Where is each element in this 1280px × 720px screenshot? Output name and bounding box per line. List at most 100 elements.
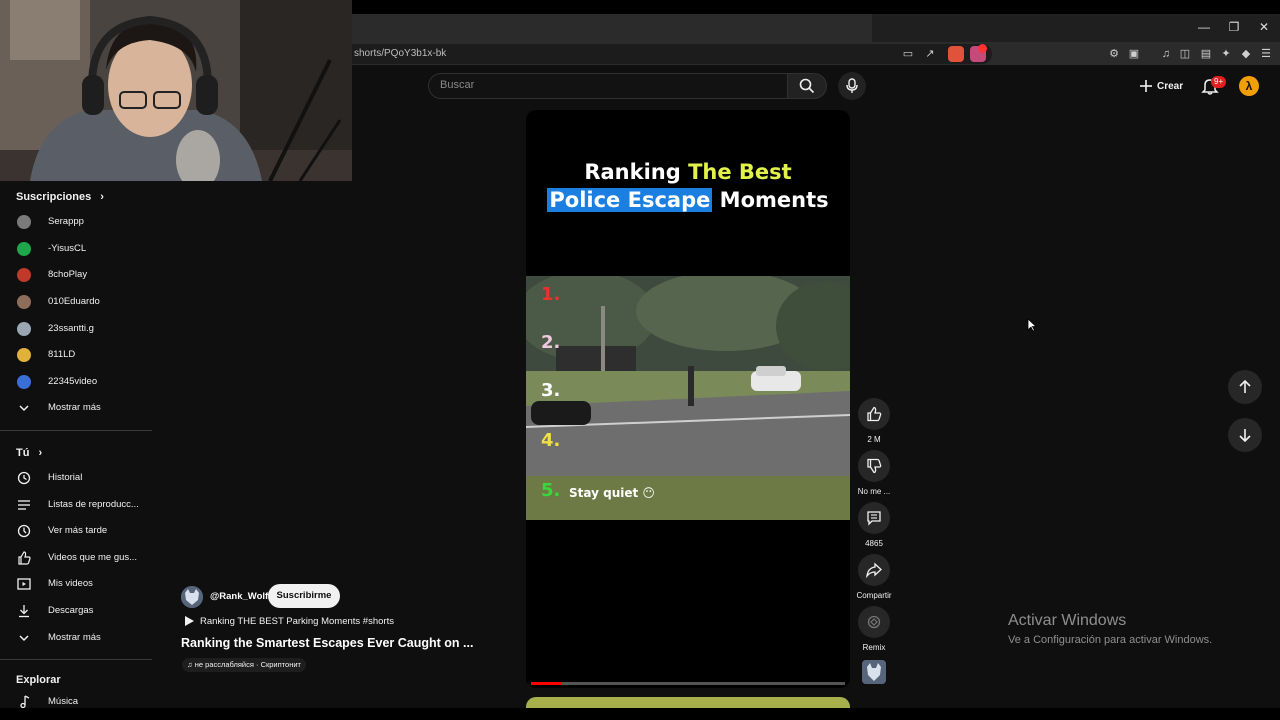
subscribe-button[interactable]: Suscribirme — [268, 584, 340, 608]
sidebar-item-subscription[interactable]: 010Eduardo — [0, 290, 152, 314]
video-title[interactable]: Ranking the Smartest Escapes Ever Caught… — [181, 636, 476, 650]
comments-button[interactable] — [858, 502, 890, 534]
sidebar-item-subscription[interactable]: 811LD — [0, 343, 152, 367]
rank-label: 4. — [541, 430, 561, 451]
you-heading[interactable]: Tú › — [16, 447, 42, 459]
account-avatar[interactable]: λ — [1239, 76, 1259, 96]
thumbs-up-icon — [867, 406, 882, 422]
chevron-down-icon — [19, 635, 29, 642]
shorts-player[interactable]: Ranking The Best Police Escape Moments 1… — [526, 110, 850, 688]
like-button[interactable] — [858, 398, 890, 430]
playlists-icon — [18, 500, 30, 510]
music-note-icon: ♫ — [187, 660, 193, 669]
you-heading-label: Tú — [16, 447, 30, 459]
wolf-logo-icon — [181, 586, 203, 608]
channel-thumbnail[interactable] — [862, 660, 886, 684]
arrow-down-icon — [1239, 429, 1251, 442]
search-button[interactable] — [787, 73, 827, 99]
show-more-label: Mostrar más — [48, 402, 101, 413]
sidebar-item-subscription[interactable]: 23ssantti.g — [0, 317, 152, 341]
microphone-icon — [846, 78, 858, 93]
previous-short-button[interactable] — [1228, 370, 1262, 404]
dislike-label: No me ... — [857, 487, 891, 496]
wallet-icon[interactable]: ▤ — [1198, 46, 1214, 62]
brave-shields-icon[interactable] — [948, 46, 964, 62]
screenshot-icon[interactable]: ▣ — [1126, 46, 1142, 62]
sidebar-item-subscription[interactable]: -YisusCL — [0, 237, 152, 261]
sidebar-item-label: Listas de reproducc... — [48, 499, 139, 510]
channel-avatar — [17, 348, 31, 362]
browser-tab[interactable] — [352, 14, 872, 42]
comment-icon — [867, 511, 881, 526]
title-text: Ranking — [584, 160, 689, 184]
sidebar-item-label: Videos que me gus... — [48, 552, 138, 563]
chevron-right-icon: › — [38, 447, 43, 459]
voice-search-button[interactable] — [838, 72, 866, 100]
street-scene — [526, 271, 850, 520]
sidebar-item-label: 010Eduardo — [48, 296, 100, 307]
comments-count: 4865 — [865, 539, 883, 548]
playlist-link[interactable]: Ranking THE BEST Parking Moments #shorts — [200, 616, 394, 627]
close-window-button[interactable]: ✕ — [1250, 18, 1278, 36]
minimize-button[interactable]: — — [1190, 18, 1218, 36]
leo-ai-icon[interactable]: ✦ — [1218, 46, 1234, 62]
sidebar-item-label: Serappp — [48, 216, 84, 227]
mouse-cursor-icon — [1027, 318, 1037, 332]
title-highlight-blue: Police Escape — [547, 188, 713, 212]
share-page-icon[interactable]: ↗ — [922, 46, 938, 62]
download-icon — [19, 605, 29, 618]
webcam-overlay — [0, 0, 352, 181]
sidebar-item-downloads[interactable]: Descargas — [0, 599, 152, 623]
rank-label: 3. — [541, 380, 561, 401]
channel-avatar — [17, 268, 31, 282]
sidebar-divider — [0, 430, 152, 431]
sidebar-item-subscription[interactable]: 22345video — [0, 370, 152, 394]
progress-bar[interactable] — [531, 682, 845, 685]
music-label: не расслабляйся · Скриптонит — [194, 660, 301, 669]
channel-handle[interactable]: @Rank_Wolf — [210, 591, 268, 602]
sidebar-item-label: Mis videos — [48, 578, 93, 589]
title-text: Moments — [712, 188, 829, 212]
search-input[interactable] — [428, 73, 788, 99]
restore-button[interactable]: ❐ — [1220, 18, 1248, 36]
dislike-button[interactable] — [858, 450, 890, 482]
sidebar-item-watch-later[interactable]: Ver más tarde — [0, 519, 152, 543]
bottom-edge — [0, 708, 1280, 720]
menu-icon[interactable]: ☰ — [1258, 46, 1274, 62]
address-bar[interactable]: shorts/PQoY3b1x-bk — [352, 44, 992, 64]
chevron-right-icon: › — [100, 191, 104, 203]
channel-avatar — [17, 215, 31, 229]
cast-icon[interactable]: ▭ — [900, 46, 916, 62]
show-more-you[interactable]: Mostrar más — [0, 626, 152, 650]
sidebar-item-my-videos[interactable]: Mis videos — [0, 572, 152, 596]
sidebar-toggle-icon[interactable]: ◫ — [1177, 46, 1193, 62]
wolf-logo-icon — [862, 660, 886, 684]
webcam-feed — [0, 0, 352, 181]
media-icon[interactable]: ♫ — [1158, 46, 1174, 62]
sidebar-item-subscription[interactable]: 8choPlay — [0, 263, 152, 287]
music-icon — [20, 695, 30, 709]
explore-heading-label: Explorar — [16, 674, 61, 686]
plus-icon — [1140, 80, 1152, 92]
show-more-subscriptions[interactable]: Mostrar más — [0, 396, 152, 420]
extensions-icon[interactable]: ⚙ — [1106, 46, 1122, 62]
sidebar-item-subscription[interactable]: Serappp — [0, 210, 152, 234]
remix-button[interactable] — [858, 606, 890, 638]
thumbs-down-icon — [867, 458, 882, 474]
music-chip[interactable]: ♫ не расслабляйся · Скриптонит — [182, 658, 306, 672]
vpn-icon[interactable]: ◆ — [1238, 46, 1254, 62]
arrow-up-icon — [1239, 380, 1251, 393]
next-short-button[interactable] — [1228, 418, 1262, 452]
activate-windows-title: Activar Windows — [1008, 612, 1127, 629]
sidebar-item-playlists[interactable]: Listas de reproducc... — [0, 493, 152, 517]
sidebar-item-liked-videos[interactable]: Videos que me gus... — [0, 546, 152, 570]
video-title-overlay-line2: Police Escape Moments — [526, 188, 850, 212]
channel-avatar[interactable] — [181, 586, 203, 608]
sidebar-item-history[interactable]: Historial — [0, 466, 152, 490]
share-button[interactable] — [858, 554, 890, 586]
create-button[interactable]: Crear — [1134, 74, 1189, 98]
subscriptions-heading[interactable]: Suscripciones › — [16, 191, 104, 203]
sidebar-divider — [0, 659, 152, 660]
liked-icon — [18, 551, 31, 565]
notifications-badge: 9+ — [1211, 76, 1227, 88]
